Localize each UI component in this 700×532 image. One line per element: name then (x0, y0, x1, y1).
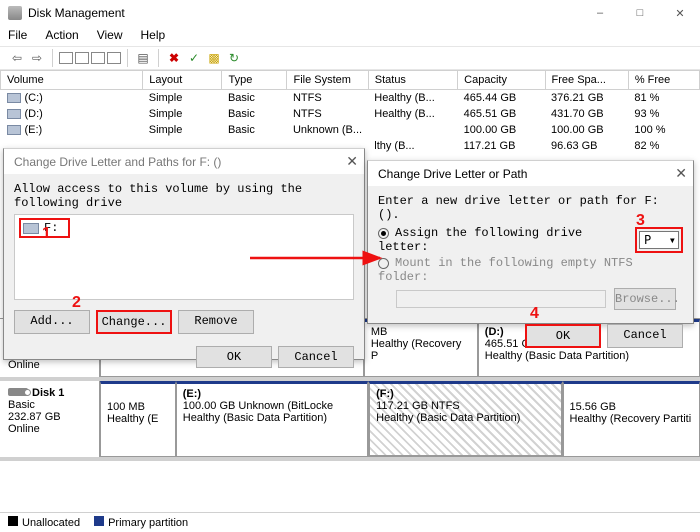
partition-detail: Healthy (Basic Data Partition) (183, 412, 361, 424)
change-button[interactable]: Change... (96, 310, 172, 334)
table-row[interactable]: (D:) SimpleBasicNTFS Healthy (B...465.51… (1, 106, 700, 122)
delete-icon[interactable]: ✖ (165, 49, 183, 67)
col-pct[interactable]: % Free (628, 71, 699, 90)
partition-detail: Healthy (Recovery Partiti (570, 413, 694, 425)
check-icon[interactable]: ✓ (185, 49, 203, 67)
panel-icon[interactable] (59, 52, 73, 64)
ok-button[interactable]: OK (196, 346, 272, 368)
menu-file[interactable]: File (8, 28, 27, 42)
window-title: Disk Management (28, 6, 125, 20)
drive-icon (7, 109, 21, 119)
app-icon (8, 6, 22, 20)
disk1-status: Online (8, 423, 91, 435)
dialog-hint: Allow access to this volume by using the… (14, 182, 354, 210)
radio-assign-letter-label: Assign the following drive letter: (378, 226, 582, 254)
col-cap[interactable]: Capacity (458, 71, 545, 90)
disk-icon (8, 388, 28, 396)
annotation-number: 1 (42, 225, 51, 243)
radio-mount-folder[interactable] (378, 258, 389, 269)
disk1-size: 232.87 GB (8, 411, 91, 423)
drive-icon (7, 93, 21, 103)
drive-icon (23, 223, 39, 234)
menu-action[interactable]: Action (45, 28, 78, 42)
minimize-button[interactable]: – (580, 0, 620, 26)
partition-size: 15.56 GB (570, 401, 694, 413)
add-button[interactable]: Add... (14, 310, 90, 334)
dialog-close-button[interactable]: ✕ (346, 153, 358, 170)
annotation-box: P▾ (635, 227, 683, 253)
back-icon[interactable]: ⇦ (8, 49, 26, 67)
partition-selected[interactable]: (F:) 117.21 GB NTFS Healthy (Basic Data … (368, 381, 562, 457)
chevron-down-icon: ▾ (669, 233, 676, 247)
dialog-change-paths: Change Drive Letter and Paths for F: () … (3, 148, 365, 360)
col-free[interactable]: Free Spa... (545, 71, 628, 90)
partition-size: 100 MB (107, 401, 169, 413)
properties-icon[interactable]: ▤ (134, 49, 152, 67)
partition-size: 117.21 GB NTFS (376, 400, 554, 412)
annotation-number: 3 (636, 212, 645, 230)
remove-button[interactable]: Remove (178, 310, 254, 334)
dialog-assign-letter: Change Drive Letter or Path ✕ Enter a ne… (367, 160, 694, 324)
table-row[interactable]: (E:) SimpleBasicUnknown (B... 100.00 GB1… (1, 122, 700, 138)
dialog-title: Change Drive Letter and Paths for F: () (14, 155, 221, 169)
col-volume[interactable]: Volume (1, 71, 143, 90)
panel3-icon[interactable] (91, 52, 105, 64)
toolbar: ⇦ ⇨ ▤ ✖ ✓ ▩ ↻ (0, 46, 700, 70)
volume-table[interactable]: Volume Layout Type File System Status Ca… (0, 70, 700, 154)
refresh-icon[interactable]: ↻ (225, 49, 243, 67)
browse-button: Browse... (614, 288, 676, 310)
panel2-icon[interactable] (75, 52, 89, 64)
menu-view[interactable]: View (97, 28, 123, 42)
fwd-icon[interactable]: ⇨ (28, 49, 46, 67)
menu-help[interactable]: Help (141, 28, 166, 42)
col-status[interactable]: Status (368, 71, 457, 90)
radio-mount-folder-label: Mount in the following empty NTFS folder… (378, 256, 633, 284)
partition[interactable]: (E:) 100.00 GB Unknown (BitLocke Healthy… (176, 381, 368, 457)
disk1-name: Disk 1 (32, 387, 64, 399)
annotation-number: 4 (530, 305, 539, 323)
col-type[interactable]: Type (222, 71, 287, 90)
legend-primary-swatch (94, 516, 104, 526)
radio-assign-letter[interactable] (378, 228, 389, 239)
panel4-icon[interactable] (107, 52, 121, 64)
ok-button[interactable]: OK (525, 324, 601, 348)
drive-letter-select[interactable]: P▾ (639, 231, 679, 249)
drive-icon (7, 125, 21, 135)
new-icon[interactable]: ▩ (205, 49, 223, 67)
partition-label: (E:) (183, 388, 201, 400)
partition-label: (F:) (376, 388, 394, 400)
legend-unallocated-swatch (8, 516, 18, 526)
partition[interactable]: 15.56 GB Healthy (Recovery Partiti (563, 381, 700, 457)
col-fs[interactable]: File System (287, 71, 368, 90)
partition-detail: Healthy (Basic Data Partition) (376, 412, 554, 424)
partition[interactable]: 100 MB Healthy (E (100, 381, 176, 457)
dialog-title: Change Drive Letter or Path (378, 167, 527, 181)
col-layout[interactable]: Layout (143, 71, 222, 90)
close-button[interactable]: ✕ (660, 0, 700, 26)
cancel-button[interactable]: Cancel (278, 346, 354, 368)
disk1-type: Basic (8, 399, 91, 411)
legend-unallocated: Unallocated (22, 517, 80, 529)
mount-path-input (396, 290, 606, 308)
table-row[interactable]: (C:) SimpleBasicNTFS Healthy (B...465.44… (1, 90, 700, 107)
partition-detail: Healthy (E (107, 413, 169, 425)
maximize-button[interactable]: □ (620, 0, 660, 26)
annotation-number: 2 (72, 294, 81, 312)
legend-primary: Primary partition (108, 517, 188, 529)
partition-size: 100.00 GB Unknown (BitLocke (183, 400, 361, 412)
dialog-close-button[interactable]: ✕ (675, 165, 687, 182)
cancel-button[interactable]: Cancel (607, 324, 683, 348)
